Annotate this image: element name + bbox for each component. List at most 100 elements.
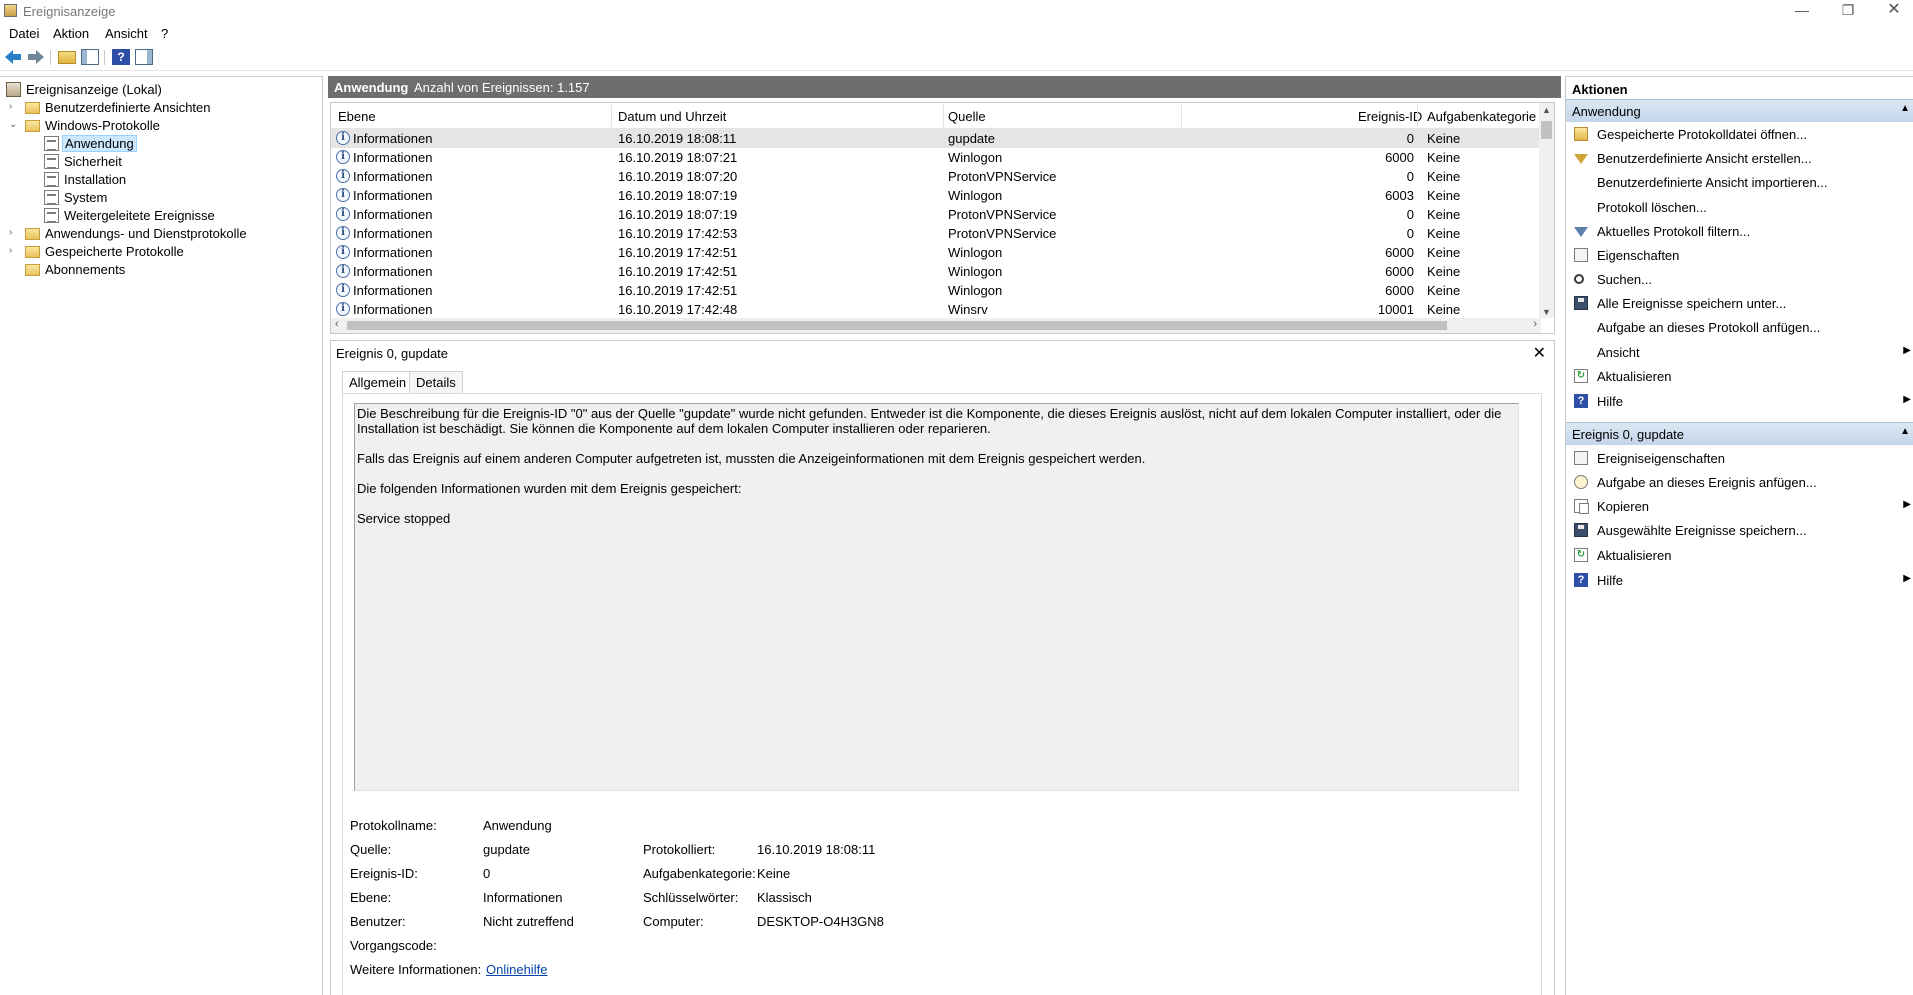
table-row[interactable]: i Informationen 16.10.2019 18:07:19 Prot…: [331, 205, 1541, 224]
chevron-right-icon[interactable]: ›: [9, 228, 19, 238]
cell-level: Informationen: [353, 226, 433, 241]
show-hide-action-pane-icon[interactable]: [135, 49, 153, 65]
scroll-down-icon[interactable]: ▼: [1542, 307, 1551, 317]
tree-item-subscriptions[interactable]: Abonnements: [0, 261, 320, 279]
horizontal-scrollbar[interactable]: ‹ ›: [331, 318, 1541, 333]
column-source[interactable]: Quelle: [948, 109, 986, 124]
tree-item-app-service-logs[interactable]: › Anwendungs- und Dienstprotokolle: [0, 225, 320, 243]
restore-button[interactable]: ❐: [1825, 0, 1871, 22]
forward-arrow-icon[interactable]: [27, 49, 45, 65]
tree-item-forwarded-events[interactable]: Weitergeleitete Ereignisse: [0, 207, 320, 225]
action-filter-log[interactable]: Aktuelles Protokoll filtern...: [1566, 221, 1913, 241]
action-view[interactable]: Ansicht ▶: [1566, 342, 1913, 362]
actions-section-log[interactable]: Anwendung ▲: [1566, 99, 1913, 122]
vertical-scrollbar[interactable]: ▲ ▼: [1539, 103, 1554, 318]
tree-item-installation[interactable]: Installation: [0, 171, 320, 189]
column-task-category[interactable]: Aufgabenkategorie: [1427, 109, 1536, 124]
collapse-icon[interactable]: ▲: [1900, 426, 1910, 437]
cell-datetime: 16.10.2019 18:07:19: [618, 207, 738, 222]
action-copy[interactable]: Kopieren ▶: [1566, 496, 1913, 516]
tab-general[interactable]: Allgemein: [342, 371, 414, 394]
tree-item-application[interactable]: Anwendung: [0, 135, 320, 153]
action-refresh[interactable]: ↻ Aktualisieren: [1566, 366, 1913, 386]
table-row[interactable]: i Informationen 16.10.2019 17:42:48 Wins…: [331, 300, 1541, 319]
chevron-right-icon[interactable]: ›: [9, 102, 19, 112]
menu-help[interactable]: ?: [161, 26, 168, 41]
action-save-selected-events[interactable]: Ausgewählte Ereignisse speichern...: [1566, 520, 1913, 540]
chevron-right-icon[interactable]: ›: [9, 246, 19, 256]
action-label: Aufgabe an dieses Ereignis anfügen...: [1597, 475, 1817, 490]
close-window-button[interactable]: ✕: [1871, 0, 1913, 22]
column-divider[interactable]: [943, 105, 944, 127]
menu-view[interactable]: Ansicht: [105, 26, 148, 41]
event-list-header: Ebene Datum und Uhrzeit Quelle Ereignis-…: [331, 103, 1541, 129]
column-divider[interactable]: [1417, 105, 1418, 127]
column-level[interactable]: Ebene: [338, 109, 376, 124]
cell-level: Informationen: [353, 131, 433, 146]
action-help[interactable]: ? Hilfe ▶: [1566, 391, 1913, 411]
back-arrow-icon[interactable]: [5, 49, 23, 65]
action-refresh-event[interactable]: ↻ Aktualisieren: [1566, 545, 1913, 565]
action-import-custom-view[interactable]: Benutzerdefinierte Ansicht importieren..…: [1566, 172, 1913, 192]
scroll-thumb[interactable]: [347, 321, 1447, 330]
close-icon[interactable]: ✕: [1533, 343, 1546, 363]
action-attach-task-log[interactable]: Aufgabe an dieses Protokoll anfügen...: [1566, 317, 1913, 337]
actions-section-event[interactable]: Ereignis 0, gupdate ▲: [1566, 422, 1913, 445]
action-attach-task-event[interactable]: Aufgabe an dieses Ereignis anfügen...: [1566, 472, 1913, 492]
prop-logname: Anwendung: [483, 818, 552, 833]
action-label: Ereigniseigenschaften: [1597, 451, 1725, 466]
action-save-all-events[interactable]: Alle Ereignisse speichern unter...: [1566, 293, 1913, 313]
action-properties[interactable]: Eigenschaften: [1566, 245, 1913, 265]
collapse-icon[interactable]: ▲: [1900, 103, 1910, 114]
info-icon: i: [336, 283, 350, 297]
tree-item-windows-logs[interactable]: ⌄ Windows-Protokolle: [0, 117, 320, 135]
column-divider[interactable]: [1181, 105, 1182, 127]
action-event-properties[interactable]: Ereigniseigenschaften: [1566, 448, 1913, 468]
table-row[interactable]: i Informationen 16.10.2019 17:42:53 Prot…: [331, 224, 1541, 243]
chevron-down-icon[interactable]: ⌄: [9, 120, 19, 130]
scroll-right-icon[interactable]: ›: [1533, 318, 1537, 330]
tree-item-security[interactable]: Sicherheit: [0, 153, 320, 171]
cell-level: Informationen: [353, 302, 433, 317]
cell-event-id: 6000: [1385, 283, 1414, 298]
tree-item-system[interactable]: System: [0, 189, 320, 207]
cell-level: Informationen: [353, 169, 433, 184]
column-divider[interactable]: [611, 105, 612, 127]
table-row[interactable]: i Informationen 16.10.2019 18:07:19 Winl…: [331, 186, 1541, 205]
tree-item-root[interactable]: Ereignisanzeige (Lokal): [0, 81, 320, 99]
tree-label: Windows-Protokolle: [45, 118, 160, 133]
online-help-link[interactable]: Onlinehilfe: [486, 962, 547, 977]
table-row[interactable]: i Informationen 16.10.2019 17:42:51 Winl…: [331, 262, 1541, 281]
column-datetime[interactable]: Datum und Uhrzeit: [618, 109, 726, 124]
tab-details[interactable]: Details: [409, 371, 463, 393]
scroll-left-icon[interactable]: ‹: [335, 318, 339, 330]
action-label: Aufgabe an dieses Protokoll anfügen...: [1597, 320, 1821, 335]
action-find[interactable]: Suchen...: [1566, 269, 1913, 289]
prop-source: gupdate: [483, 842, 530, 857]
folder-icon: [25, 120, 40, 132]
column-event-id[interactable]: Ereignis-ID: [1358, 109, 1422, 124]
tree-item-custom-views[interactable]: › Benutzerdefinierte Ansichten: [0, 99, 320, 117]
table-row[interactable]: i Informationen 16.10.2019 18:08:11 gupd…: [331, 129, 1541, 148]
table-row[interactable]: i Informationen 16.10.2019 17:42:51 Winl…: [331, 281, 1541, 300]
scroll-up-icon[interactable]: ▲: [1542, 105, 1551, 115]
menu-file[interactable]: Datei: [9, 26, 39, 41]
scroll-thumb[interactable]: [1541, 121, 1552, 139]
up-folder-icon[interactable]: [58, 51, 76, 64]
table-row[interactable]: i Informationen 16.10.2019 18:07:21 Winl…: [331, 148, 1541, 167]
cell-level: Informationen: [353, 283, 433, 298]
action-clear-log[interactable]: Protokoll löschen...: [1566, 197, 1913, 217]
menu-action[interactable]: Aktion: [53, 26, 89, 41]
tree-item-saved-logs[interactable]: › Gespeicherte Protokolle: [0, 243, 320, 261]
action-create-custom-view[interactable]: Benutzerdefinierte Ansicht erstellen...: [1566, 148, 1913, 168]
help-icon[interactable]: ?: [112, 49, 130, 65]
minimize-button[interactable]: —: [1779, 0, 1825, 22]
show-hide-tree-icon[interactable]: [81, 49, 99, 65]
log-icon: [44, 172, 59, 187]
table-row[interactable]: i Informationen 16.10.2019 17:42:51 Winl…: [331, 243, 1541, 262]
action-open-saved-log[interactable]: Gespeicherte Protokolldatei öffnen...: [1566, 124, 1913, 144]
event-description[interactable]: Die Beschreibung für die Ereignis-ID "0"…: [354, 403, 1519, 791]
table-row[interactable]: i Informationen 16.10.2019 18:07:20 Prot…: [331, 167, 1541, 186]
folder-icon: [25, 246, 40, 258]
action-help-event[interactable]: ? Hilfe ▶: [1566, 570, 1913, 590]
